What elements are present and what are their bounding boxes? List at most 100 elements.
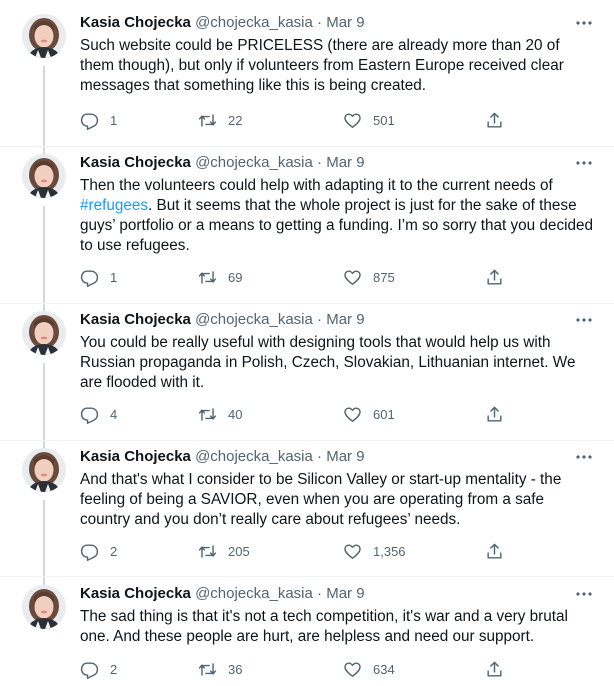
header-separator: · — [317, 585, 323, 602]
reply-icon — [80, 269, 99, 287]
more-icon[interactable] — [573, 446, 595, 468]
retweet-button[interactable]: 40 — [198, 403, 242, 425]
reply-button[interactable]: 1 — [80, 266, 117, 288]
tweet-text: You could be really useful with designin… — [80, 333, 595, 393]
reply-count: 4 — [110, 406, 118, 422]
tweet-header: Kasia Chojecka @chojecka_kasia · Mar 9 — [80, 585, 595, 603]
reply-button[interactable]: 1 — [80, 109, 117, 131]
retweet-count: 36 — [228, 661, 243, 677]
like-count: 501 — [373, 112, 395, 128]
like-button[interactable]: 875 — [343, 266, 395, 288]
header-separator: · — [317, 311, 323, 328]
retweet-button[interactable]: 22 — [198, 109, 242, 131]
avatar[interactable] — [22, 14, 66, 58]
tweet-content: Kasia Chojecka @chojecka_kasia · Mar 9 T… — [80, 585, 595, 679]
header-separator: · — [317, 154, 323, 171]
reply-icon — [80, 661, 99, 679]
thread-connector — [43, 66, 45, 162]
like-count: 1,356 — [373, 543, 406, 559]
avatar[interactable] — [22, 154, 66, 198]
thread-connector — [43, 500, 45, 586]
more-icon[interactable] — [573, 152, 595, 174]
tweet-actions: 1 22 501 — [80, 109, 520, 131]
share-icon — [487, 661, 502, 677]
heart-icon — [344, 406, 361, 422]
share-button[interactable] — [485, 109, 504, 131]
tweet-date[interactable]: Mar 9 — [326, 448, 364, 465]
tweet-divider — [0, 146, 614, 147]
tweet-text-main: And that's what I consider to be Silicon… — [80, 471, 562, 528]
retweet-count: 40 — [228, 406, 243, 422]
tweet-actions: 2 205 1,356 — [80, 540, 520, 562]
tweet-actions: 1 69 875 — [80, 266, 520, 288]
more-icon[interactable] — [573, 309, 595, 331]
tweet-content: Kasia Chojecka @chojecka_kasia · Mar 9 A… — [80, 448, 595, 561]
retweet-icon — [198, 407, 217, 421]
avatar[interactable] — [22, 585, 66, 629]
author-name[interactable]: Kasia Chojecka — [80, 448, 191, 465]
retweet-button[interactable]: 36 — [198, 658, 242, 680]
tweet-text-main: Then the volunteers could help with adap… — [80, 177, 553, 194]
avatar[interactable] — [22, 311, 66, 355]
tweet-text: And that's what I consider to be Silicon… — [80, 470, 595, 530]
like-button[interactable]: 501 — [343, 109, 395, 131]
author-name[interactable]: Kasia Chojecka — [80, 585, 191, 602]
reply-button[interactable]: 2 — [80, 540, 117, 562]
heart-icon — [344, 543, 361, 559]
tweet-text-main: Such website could be PRICELESS (there a… — [80, 37, 564, 94]
tweet-divider — [0, 440, 614, 441]
author-handle[interactable]: @chojecka_kasia — [195, 14, 313, 31]
tweet-header: Kasia Chojecka @chojecka_kasia · Mar 9 — [80, 154, 595, 172]
reply-count: 2 — [110, 543, 118, 559]
reply-icon — [80, 406, 99, 424]
reply-icon — [80, 543, 99, 561]
author-name[interactable]: Kasia Chojecka — [80, 154, 191, 171]
reply-count: 1 — [110, 269, 118, 285]
retweet-button[interactable]: 205 — [198, 540, 250, 562]
like-button[interactable]: 634 — [343, 658, 395, 680]
retweet-count: 22 — [228, 112, 243, 128]
author-handle[interactable]: @chojecka_kasia — [195, 448, 313, 465]
like-button[interactable]: 601 — [343, 403, 395, 425]
retweet-icon — [198, 544, 217, 558]
share-button[interactable] — [485, 540, 504, 562]
hashtag-link[interactable]: #refugees — [80, 197, 148, 214]
share-button[interactable] — [485, 658, 504, 680]
header-separator: · — [317, 448, 323, 465]
like-count: 875 — [373, 269, 395, 285]
reply-button[interactable]: 4 — [80, 403, 117, 425]
author-name[interactable]: Kasia Chojecka — [80, 311, 191, 328]
tweet-header: Kasia Chojecka @chojecka_kasia · Mar 9 — [80, 311, 595, 329]
tweet-date[interactable]: Mar 9 — [326, 311, 364, 328]
share-icon — [487, 406, 502, 422]
tweet-header: Kasia Chojecka @chojecka_kasia · Mar 9 — [80, 448, 595, 466]
avatar[interactable] — [22, 448, 66, 492]
more-icon[interactable] — [573, 583, 595, 605]
like-count: 601 — [373, 406, 395, 422]
share-button[interactable] — [485, 266, 504, 288]
author-handle[interactable]: @chojecka_kasia — [195, 585, 313, 602]
retweet-button[interactable]: 69 — [198, 266, 242, 288]
tweet-header: Kasia Chojecka @chojecka_kasia · Mar 9 — [80, 14, 595, 32]
tweet-text-main: You could be really useful with designin… — [80, 334, 576, 391]
tweet-date[interactable]: Mar 9 — [326, 14, 364, 31]
tweet-date[interactable]: Mar 9 — [326, 585, 364, 602]
tweet-divider — [0, 576, 614, 577]
author-handle[interactable]: @chojecka_kasia — [195, 311, 313, 328]
tweet-text-rest: . But it seems that the whole project is… — [80, 197, 594, 254]
reply-count: 1 — [110, 112, 118, 128]
share-button[interactable] — [485, 403, 504, 425]
tweet-thread: Kasia Chojecka @chojecka_kasia · Mar 9 S… — [0, 0, 614, 686]
more-icon[interactable] — [573, 12, 595, 34]
author-name[interactable]: Kasia Chojecka — [80, 14, 191, 31]
reply-button[interactable]: 2 — [80, 658, 117, 680]
reply-count: 2 — [110, 661, 118, 677]
avatar-column — [22, 585, 66, 629]
tweet-date[interactable]: Mar 9 — [326, 154, 364, 171]
like-button[interactable]: 1,356 — [343, 540, 406, 562]
tweet-text: The sad thing is that it's not a tech co… — [80, 607, 595, 647]
like-count: 634 — [373, 661, 395, 677]
avatar-column — [22, 154, 66, 198]
tweet-actions: 4 40 601 — [80, 403, 520, 425]
author-handle[interactable]: @chojecka_kasia — [195, 154, 313, 171]
